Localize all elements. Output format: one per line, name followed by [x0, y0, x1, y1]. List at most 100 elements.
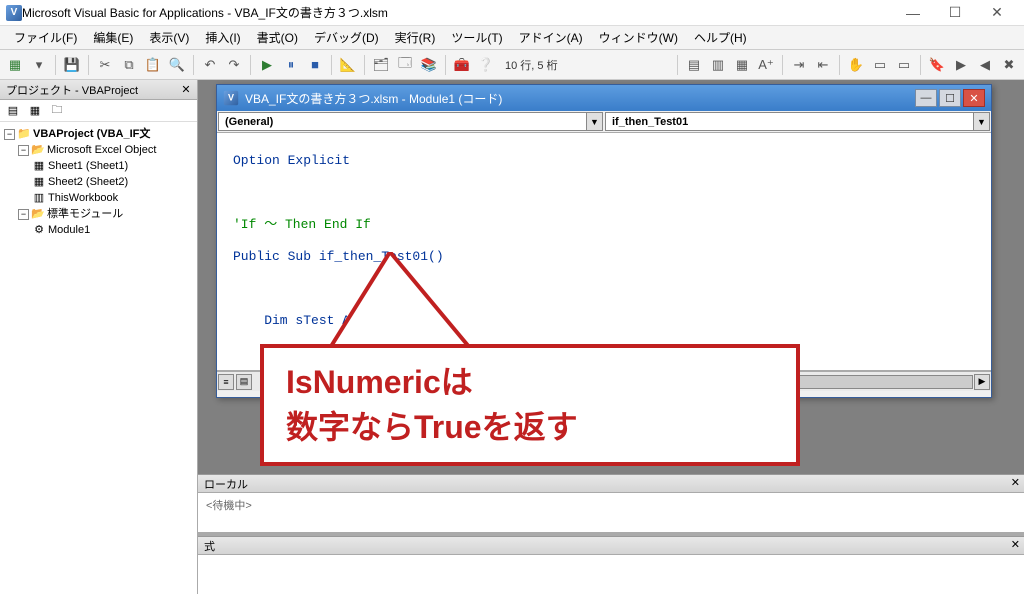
code-maximize-button[interactable]: ☐ — [939, 89, 961, 107]
code-window-titlebar[interactable]: VBA_IF文の書き方３つ.xlsm - Module1 (コード) — ☐ ✕ — [217, 85, 991, 111]
dropdown-arrow-icon[interactable]: ▼ — [586, 113, 602, 130]
folder-icon: 📂 — [31, 207, 45, 221]
breakpoint-icon[interactable]: ✋ — [845, 54, 867, 76]
full-module-view-icon[interactable]: ▤ — [236, 374, 252, 390]
excel-icon[interactable]: ▦ — [4, 54, 26, 76]
toolbox-icon[interactable]: 🧰 — [451, 54, 473, 76]
cursor-position: 10 行, 5 桁 — [499, 57, 564, 73]
tree-sheet1[interactable]: Sheet1 (Sheet1) — [48, 158, 128, 174]
break-icon[interactable]: ⏸ — [280, 54, 302, 76]
locals-close-icon[interactable]: ✕ — [1011, 476, 1020, 489]
project-tree[interactable]: −📁VBAProject (VBA_IF文 −📂Microsoft Excel … — [0, 122, 197, 302]
edit-toolbar-icon3[interactable]: ▦ — [731, 54, 753, 76]
tree-project-root[interactable]: VBAProject (VBA_IF文 — [33, 126, 150, 142]
locals-status: <待機中> — [198, 493, 1024, 517]
edit-toolbar-aplus-icon[interactable]: A⁺ — [755, 54, 777, 76]
comment-icon[interactable]: ▭ — [869, 54, 891, 76]
menu-tools[interactable]: ツール(T) — [443, 29, 510, 46]
procedure-view-icon[interactable]: ≡ — [218, 374, 234, 390]
expand-icon[interactable]: − — [4, 129, 15, 140]
callout-line1: IsNumericは — [286, 360, 774, 405]
code-window-icon — [224, 91, 238, 105]
menubar: ファイル(F) 編集(E) 表示(V) 挿入(I) 書式(O) デバッグ(D) … — [0, 26, 1024, 50]
menu-edit[interactable]: 編集(E) — [85, 29, 141, 46]
scroll-right-icon[interactable]: ▶ — [974, 374, 990, 390]
tree-modules-folder[interactable]: 標準モジュール — [47, 206, 123, 222]
outdent-icon[interactable]: ⇤ — [812, 54, 834, 76]
project-icon: 📁 — [17, 127, 31, 141]
locals-pane: ローカル ✕ <待機中> — [198, 474, 1024, 532]
tree-excel-objects[interactable]: Microsoft Excel Object — [47, 142, 156, 158]
tree-thisworkbook[interactable]: ThisWorkbook — [48, 190, 118, 206]
code-window-title: VBA_IF文の書き方３つ.xlsm - Module1 (コード) — [245, 90, 913, 107]
project-pane-toolbar: ▤ ▦ 🗀 — [0, 100, 197, 122]
undo-icon[interactable]: ↶ — [199, 54, 221, 76]
copy-icon[interactable]: ⧉ — [118, 54, 140, 76]
project-explorer-icon[interactable]: 🗂 — [370, 54, 392, 76]
tree-sheet2[interactable]: Sheet2 (Sheet2) — [48, 174, 128, 190]
code-close-button[interactable]: ✕ — [963, 89, 985, 107]
menu-insert[interactable]: 挿入(I) — [197, 29, 248, 46]
callout-pointer-icon — [290, 252, 510, 352]
expand-icon[interactable]: − — [18, 145, 29, 156]
help-icon[interactable]: ❔ — [475, 54, 497, 76]
dropdown-arrow-icon[interactable]: ▼ — [973, 113, 989, 130]
procedure-dropdown[interactable]: if_then_Test01 ▼ — [605, 112, 990, 131]
workbook-icon: ▥ — [32, 191, 46, 205]
annotation-callout: IsNumericは 数字ならTrueを返す — [260, 344, 800, 466]
app-icon — [6, 5, 22, 21]
project-explorer: プロジェクト - VBAProject ✕ ▤ ▦ 🗀 −📁VBAProject… — [0, 80, 198, 594]
project-pane-title-label: プロジェクト - VBAProject — [6, 82, 138, 98]
module-icon: ⚙ — [32, 223, 46, 237]
watch-close-icon[interactable]: ✕ — [1011, 538, 1020, 551]
menu-run[interactable]: 実行(R) — [387, 29, 444, 46]
object-dropdown-value: (General) — [225, 116, 273, 128]
menu-addins[interactable]: アドイン(A) — [511, 29, 591, 46]
bookmark-icon[interactable]: 🔖 — [926, 54, 948, 76]
expand-icon[interactable]: − — [18, 209, 29, 220]
object-browser-icon[interactable]: 📚 — [418, 54, 440, 76]
cut-icon[interactable]: ✂ — [94, 54, 116, 76]
main-titlebar: Microsoft Visual Basic for Applications … — [0, 0, 1024, 26]
clear-bookmarks-icon[interactable]: ✖ — [998, 54, 1020, 76]
menu-file[interactable]: ファイル(F) — [6, 29, 85, 46]
next-bookmark-icon[interactable]: ▶ — [950, 54, 972, 76]
properties-icon[interactable]: 🗔 — [394, 54, 416, 76]
save-icon[interactable]: 💾 — [61, 54, 83, 76]
tree-module1[interactable]: Module1 — [48, 222, 90, 238]
callout-line2: 数字ならTrueを返す — [286, 405, 774, 450]
maximize-button[interactable]: ☐ — [934, 1, 976, 25]
toggle-folders-icon[interactable]: 🗀 — [48, 102, 66, 120]
locals-title: ローカル — [204, 476, 248, 492]
dropdown-icon[interactable]: ▾ — [28, 54, 50, 76]
sheet-icon: ▦ — [32, 175, 46, 189]
edit-toolbar-icon2[interactable]: ▥ — [707, 54, 729, 76]
find-icon[interactable]: 🔍 — [166, 54, 188, 76]
menu-format[interactable]: 書式(O) — [249, 29, 306, 46]
menu-debug[interactable]: デバッグ(D) — [306, 29, 387, 46]
run-icon[interactable]: ▶ — [256, 54, 278, 76]
project-pane-close-icon[interactable]: ✕ — [179, 82, 193, 96]
redo-icon[interactable]: ↷ — [223, 54, 245, 76]
sheet-icon: ▦ — [32, 159, 46, 173]
indent-icon[interactable]: ⇥ — [788, 54, 810, 76]
menu-view[interactable]: 表示(V) — [141, 29, 197, 46]
uncomment-icon[interactable]: ▭ — [893, 54, 915, 76]
toolbar: ▦ ▾ 💾 ✂ ⧉ 📋 🔍 ↶ ↷ ▶ ⏸ ■ 📐 🗂 🗔 📚 🧰 ❔ 10 行… — [0, 50, 1024, 80]
menu-help[interactable]: ヘルプ(H) — [686, 29, 755, 46]
folder-icon: 📂 — [31, 143, 45, 157]
procedure-dropdown-value: if_then_Test01 — [612, 116, 688, 128]
paste-icon[interactable]: 📋 — [142, 54, 164, 76]
menu-window[interactable]: ウィンドウ(W) — [591, 29, 686, 46]
minimize-button[interactable]: — — [892, 1, 934, 25]
object-dropdown[interactable]: (General) ▼ — [218, 112, 603, 131]
design-icon[interactable]: 📐 — [337, 54, 359, 76]
reset-icon[interactable]: ■ — [304, 54, 326, 76]
close-button[interactable]: ✕ — [976, 1, 1018, 25]
view-code-icon[interactable]: ▤ — [4, 102, 22, 120]
prev-bookmark-icon[interactable]: ◀ — [974, 54, 996, 76]
edit-toolbar-icon1[interactable]: ▤ — [683, 54, 705, 76]
view-object-icon[interactable]: ▦ — [26, 102, 44, 120]
code-minimize-button[interactable]: — — [915, 89, 937, 107]
project-pane-title: プロジェクト - VBAProject ✕ — [0, 80, 197, 100]
